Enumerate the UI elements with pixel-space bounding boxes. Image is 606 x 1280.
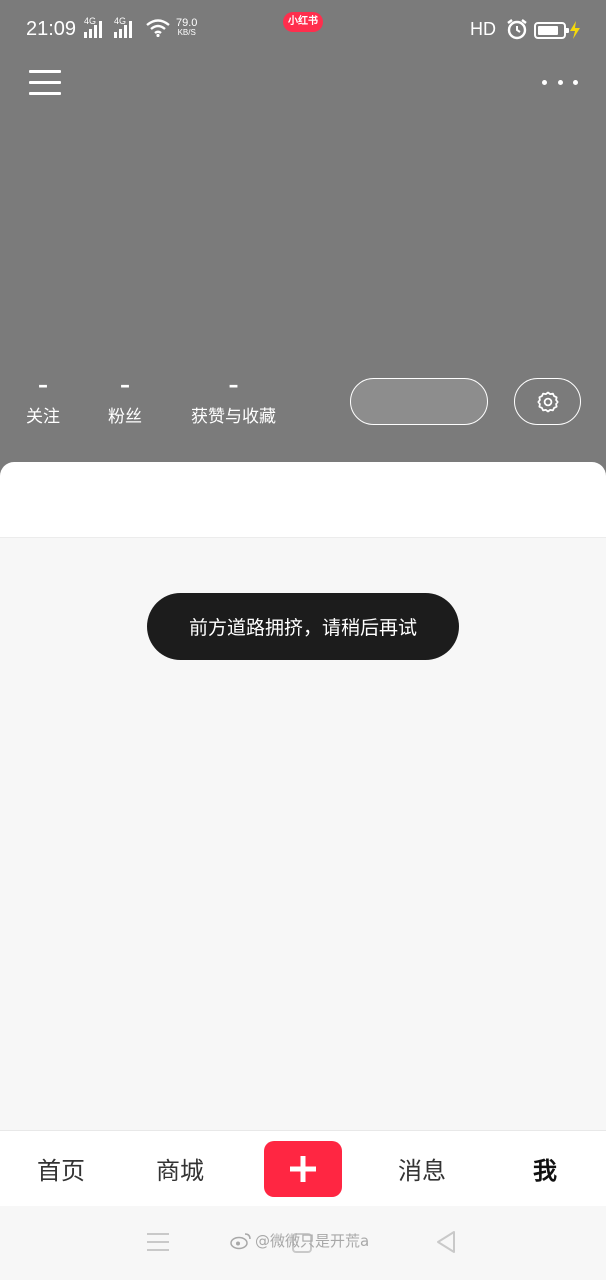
- weibo-icon: [230, 1232, 251, 1249]
- signal-icon: 4G: [114, 16, 134, 38]
- toast-message: 前方道路拥挤，请稍后再试: [147, 593, 459, 660]
- battery-icon: [534, 22, 569, 39]
- stat-fans[interactable]: – 粉丝: [108, 372, 142, 427]
- watermark: @微微只是开荒a: [230, 1230, 369, 1251]
- fans-count: –: [120, 373, 130, 397]
- nav-messages[interactable]: 消息: [398, 1151, 446, 1186]
- menu-icon[interactable]: [29, 70, 61, 98]
- back-icon[interactable]: [435, 1230, 457, 1254]
- nav-home[interactable]: 首页: [37, 1151, 85, 1186]
- network-speed-unit: KB/S: [177, 28, 196, 37]
- app-badge: 小红书: [283, 12, 323, 32]
- following-count: –: [38, 373, 48, 397]
- wifi-icon: [146, 19, 170, 37]
- stat-likes-collects[interactable]: – 获赞与收藏: [191, 372, 276, 427]
- settings-button[interactable]: [514, 378, 581, 425]
- plus-icon: [290, 1156, 316, 1182]
- signal-icon: 4G: [84, 16, 104, 38]
- signal-type-label: 4G: [114, 16, 127, 26]
- stat-following[interactable]: – 关注: [26, 372, 60, 427]
- bottom-nav: 首页 商城 消息 我: [0, 1130, 606, 1206]
- system-nav-bar: @微微只是开荒a: [0, 1206, 606, 1280]
- nav-mall[interactable]: 商城: [156, 1151, 204, 1186]
- hd-indicator: HD: [470, 19, 496, 39]
- likes-collects-count: –: [228, 373, 239, 397]
- recent-apps-icon[interactable]: [147, 1233, 169, 1251]
- more-icon[interactable]: [542, 80, 578, 88]
- alarm-icon: [507, 19, 527, 40]
- likes-collects-label: 获赞与收藏: [191, 407, 276, 427]
- nav-me[interactable]: 我: [533, 1151, 557, 1186]
- edit-profile-button[interactable]: [350, 378, 488, 425]
- status-time: 21:09: [26, 18, 77, 40]
- profile-tabs-area: [0, 462, 606, 538]
- network-speed: 79.0 KB/S: [176, 18, 197, 38]
- charging-icon: [570, 21, 580, 39]
- network-speed-value: 79.0: [176, 17, 198, 29]
- signal-type-label: 4G: [84, 16, 97, 26]
- status-bar: 21:09 4G 4G 79.0 KB/S 小红书 HD: [0, 0, 606, 62]
- following-label: 关注: [26, 407, 60, 427]
- watermark-text: @微微只是开荒a: [255, 1232, 370, 1250]
- add-post-button[interactable]: [264, 1141, 342, 1197]
- gear-icon: [536, 391, 559, 412]
- fans-label: 粉丝: [108, 407, 142, 427]
